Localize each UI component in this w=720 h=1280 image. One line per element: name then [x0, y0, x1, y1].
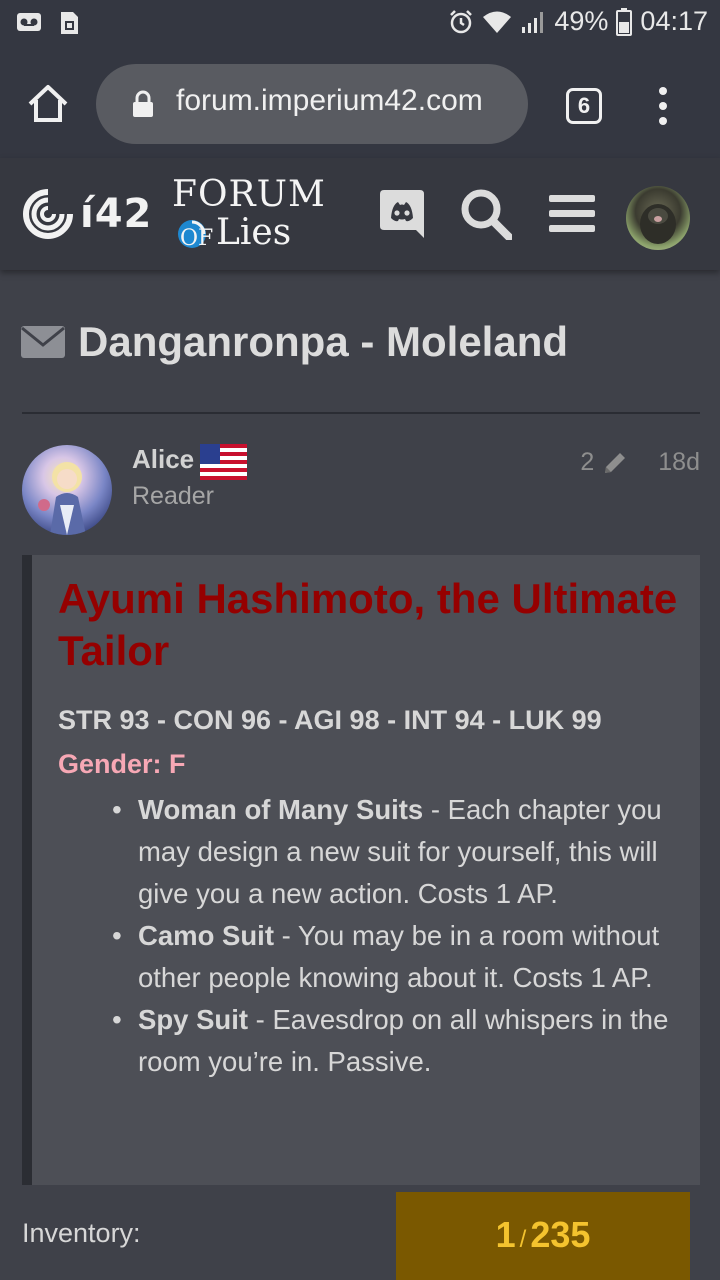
- ability-name: Spy Suit: [138, 1004, 249, 1035]
- post-author-avatar[interactable]: [22, 445, 112, 535]
- character-stats: STR 93 - CON 96 - AGI 98 - INT 94 - LUK …: [58, 705, 602, 735]
- battery-icon: [616, 7, 633, 36]
- battery-percent: 49%: [554, 6, 609, 36]
- us-flag-icon: [200, 444, 247, 480]
- mole-avatar-image: [640, 204, 676, 244]
- hamburger-menu-icon[interactable]: [546, 188, 598, 240]
- ability-list: Woman of Many Suits - Each chapter you m…: [112, 789, 678, 1083]
- ability-name: Camo Suit: [138, 920, 274, 951]
- logo-lies-text: Lies: [216, 212, 292, 253]
- topic-progress-button[interactable]: 1/235: [396, 1192, 690, 1280]
- list-item: Spy Suit - Eavesdrop on all whispers in …: [112, 999, 678, 1083]
- lock-icon: [133, 90, 153, 117]
- sim-card-icon: [61, 12, 78, 34]
- character-gender: Gender: F: [58, 749, 186, 779]
- edit-count[interactable]: 2: [580, 448, 594, 477]
- clock: 04:17: [640, 6, 708, 36]
- current-user-avatar[interactable]: [626, 186, 690, 250]
- browser-toolbar: forum.imperium42.com 6: [0, 50, 720, 158]
- list-item: Woman of Many Suits - Each chapter you m…: [112, 789, 678, 915]
- tab-switcher-button[interactable]: 6: [566, 88, 602, 124]
- envelope-icon: [21, 326, 65, 358]
- signal-icon: [522, 11, 544, 33]
- anime-avatar-image: [38, 462, 86, 535]
- swirl-logo-icon: [23, 189, 73, 239]
- wifi-icon: [483, 11, 512, 33]
- voicemail-icon: [17, 13, 41, 31]
- post-quote-block: Ayumi Hashimoto, the Ultimate Tailor STR…: [22, 555, 700, 1185]
- progress-current: 1: [495, 1214, 516, 1255]
- logo-i42-text: í42: [80, 191, 153, 237]
- list-item: Camo Suit - You may be in a room without…: [112, 915, 678, 999]
- address-bar[interactable]: forum.imperium42.com: [96, 64, 528, 144]
- pencil-icon[interactable]: [602, 450, 628, 476]
- post-age[interactable]: 18d: [658, 448, 700, 477]
- logo-forum-text: FORUM: [172, 174, 326, 215]
- inventory-label: Inventory:: [22, 1218, 141, 1248]
- post-meta: 2 18d: [580, 448, 700, 477]
- url-text: forum.imperium42.com: [176, 84, 483, 117]
- post-author-name[interactable]: Alice: [132, 444, 194, 475]
- alarm-icon: [450, 9, 473, 33]
- progress-total: 235: [530, 1214, 591, 1255]
- character-heading: Ayumi Hashimoto, the Ultimate Tailor: [58, 575, 678, 674]
- search-icon[interactable]: [460, 188, 512, 240]
- imperium42-logo[interactable]: í42: [20, 186, 152, 242]
- ability-name: Woman of Many Suits: [138, 794, 424, 825]
- progress-separator: /: [519, 1226, 527, 1253]
- overflow-menu-icon[interactable]: [656, 86, 670, 126]
- title-divider: [22, 412, 700, 414]
- post-author-title: Reader: [132, 482, 214, 510]
- topic-title-row: Danganronpa - Moleland: [20, 318, 700, 366]
- discord-icon[interactable]: [376, 188, 428, 240]
- forum-header: í42 FORUM OF Lies: [0, 158, 720, 270]
- logo-of-text: OF: [180, 226, 214, 251]
- topic-title[interactable]: Danganronpa - Moleland: [78, 318, 568, 366]
- home-icon[interactable]: [26, 82, 70, 126]
- status-bar: 49% 04:17: [0, 0, 720, 50]
- forum-of-lies-logo[interactable]: FORUM OF Lies: [172, 176, 332, 256]
